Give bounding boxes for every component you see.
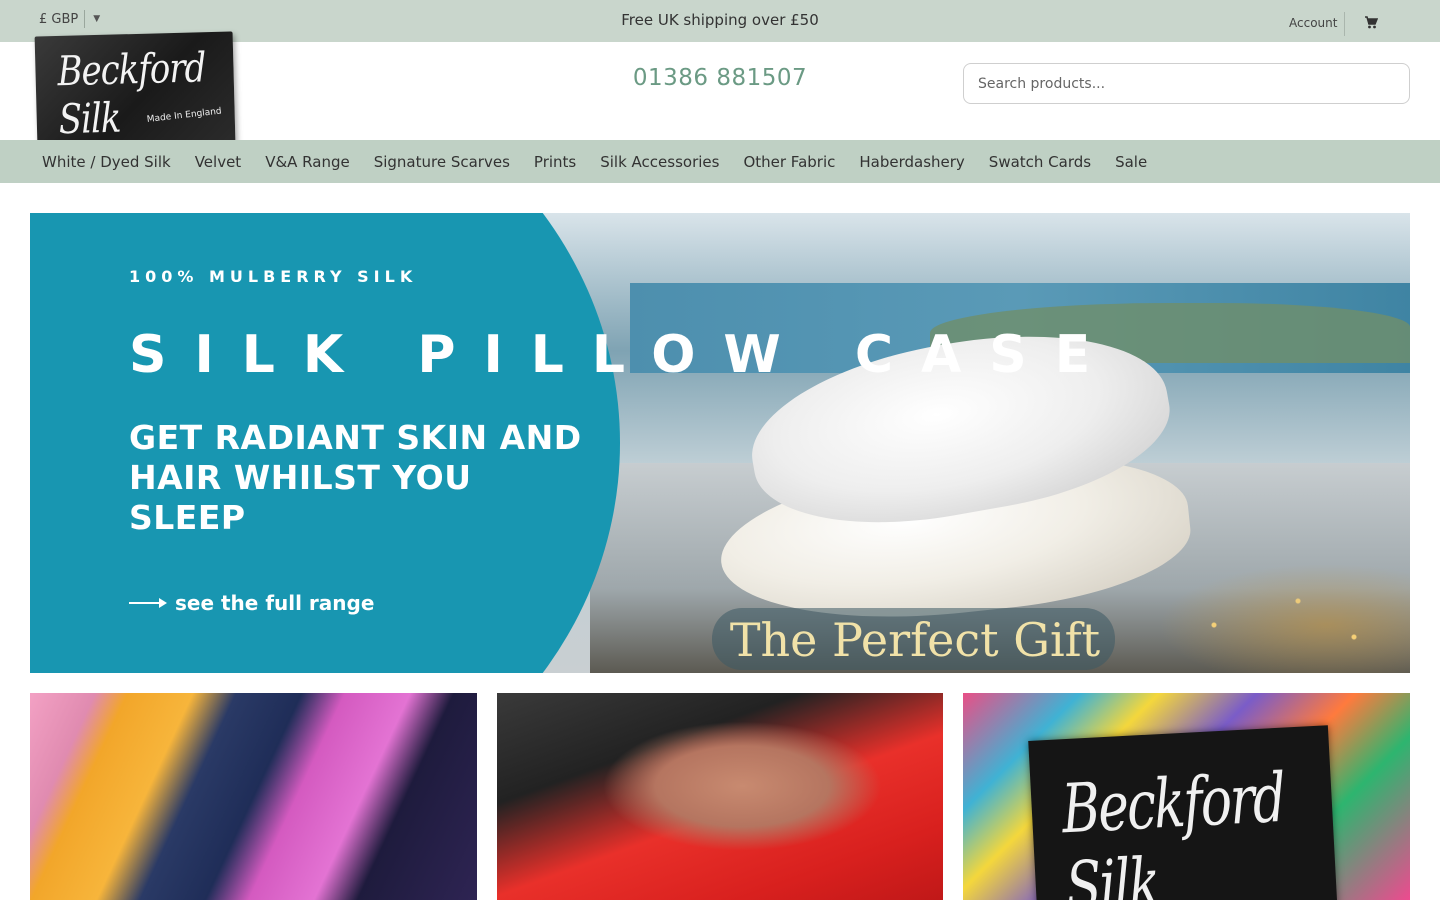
hero-subtitle: GET RADIANT SKIN AND HAIR WHILST YOU SLE…	[129, 418, 582, 537]
main-nav: White / Dyed Silk Velvet V&A Range Signa…	[0, 140, 1440, 183]
hero-cta-link[interactable]: see the full range	[129, 591, 374, 615]
hero-eyebrow: 100% MULBERRY SILK	[129, 267, 418, 286]
nav-item-signature-scarves[interactable]: Signature Scarves	[362, 153, 522, 171]
nav-item-white-dyed-silk[interactable]: White / Dyed Silk	[30, 153, 183, 171]
arrow-right-icon	[129, 598, 167, 608]
category-tile-sewing[interactable]	[497, 693, 943, 900]
nav-item-velvet[interactable]: Velvet	[183, 153, 253, 171]
nav-item-haberdashery[interactable]: Haberdashery	[847, 153, 976, 171]
nav-item-va-range[interactable]: V&A Range	[253, 153, 362, 171]
brand-label-patch: Beckford Silk	[1028, 725, 1338, 900]
sparkle-decoration	[1130, 553, 1410, 673]
nav-item-swatch-cards[interactable]: Swatch Cards	[977, 153, 1103, 171]
hero-cta-label: see the full range	[175, 591, 375, 615]
nav-item-other-fabric[interactable]: Other Fabric	[731, 153, 847, 171]
cart-icon[interactable]	[1364, 14, 1379, 30]
logo-wordmark: Beckford Silk	[56, 44, 206, 144]
nav-item-sale[interactable]: Sale	[1103, 153, 1159, 171]
category-tile-silk-rolls[interactable]	[30, 693, 477, 900]
gift-badge: The Perfect Gift	[729, 613, 1101, 667]
category-tile-brand-label[interactable]: Beckford Silk	[963, 693, 1410, 900]
shipping-banner: Free UK shipping over £50	[621, 11, 819, 29]
nav-item-prints[interactable]: Prints	[522, 153, 588, 171]
hero-banner[interactable]: 100% MULBERRY SILK SILK PILLOW CASE GET …	[30, 213, 1410, 673]
search-input[interactable]	[963, 63, 1410, 104]
hero-title: SILK PILLOW CASE	[129, 325, 1119, 385]
account-link[interactable]: Account	[1289, 16, 1337, 30]
nav-item-silk-accessories[interactable]: Silk Accessories	[588, 153, 731, 171]
brand-label-text: Beckford Silk	[1059, 759, 1286, 900]
account-divider	[1344, 12, 1345, 36]
